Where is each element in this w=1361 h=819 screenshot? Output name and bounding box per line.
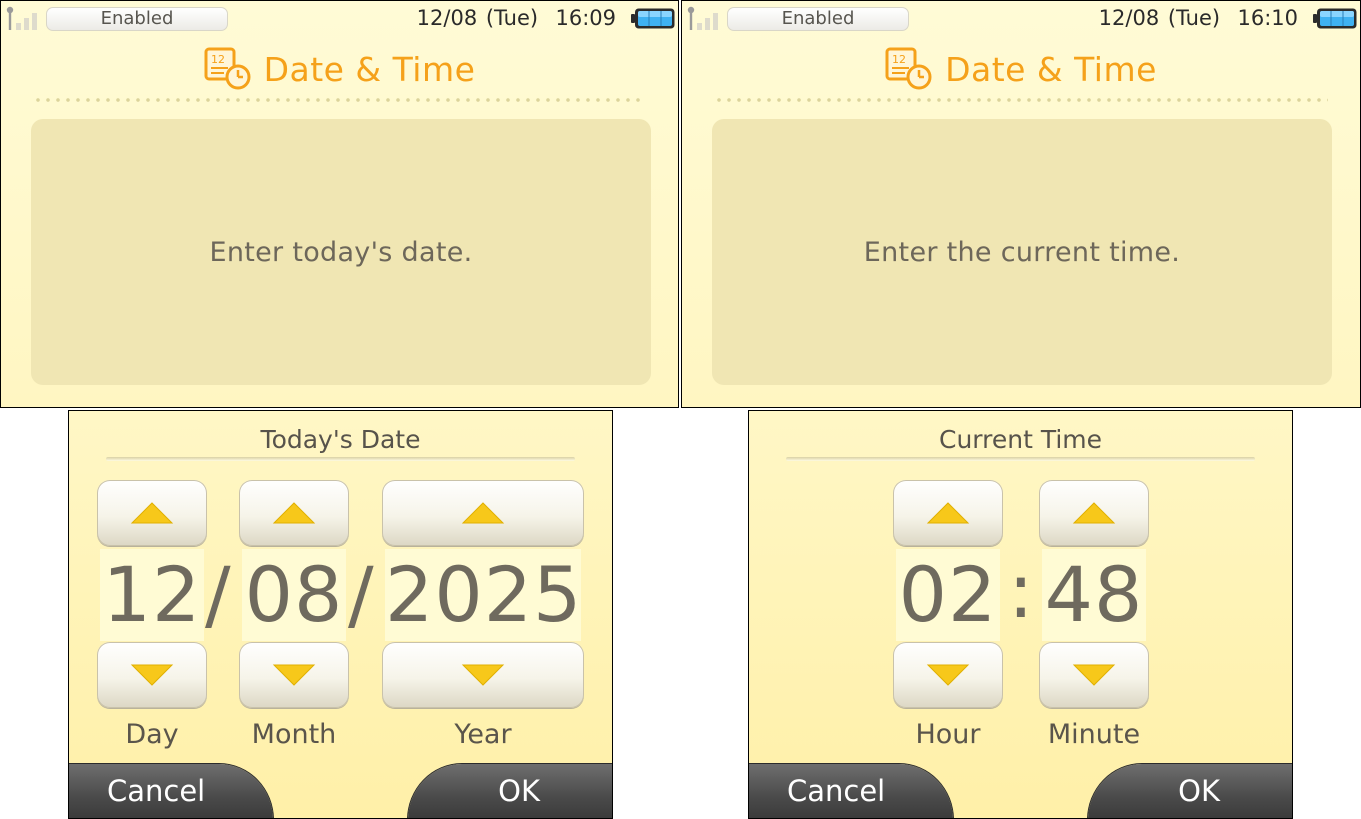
minute-down-button[interactable] <box>1039 642 1149 708</box>
triangle-down-icon <box>461 664 505 686</box>
ok-label: OK <box>498 774 540 808</box>
panel-divider <box>786 457 1255 461</box>
year-label: Year <box>454 719 512 750</box>
triangle-down-icon <box>272 664 316 686</box>
time-entry-panel: Current Time 02 : 48 Hour Minute Cancel … <box>748 410 1293 819</box>
hour-value: 02 <box>896 549 1000 641</box>
signal-strength-icon <box>687 6 718 30</box>
year-up-button[interactable] <box>382 480 584 546</box>
ok-label: OK <box>1178 774 1220 808</box>
panel-title: Today's Date <box>260 425 421 454</box>
ok-button[interactable]: OK <box>1088 764 1292 818</box>
battery-icon <box>631 8 675 29</box>
status-time: 16:10 <box>1237 6 1298 30</box>
calendar-clock-icon: 12 <box>204 47 251 90</box>
day-label: Day <box>125 719 179 750</box>
triangle-up-icon <box>926 502 970 524</box>
page-title: Date & Time <box>945 49 1157 89</box>
minute-value: 48 <box>1042 549 1146 641</box>
dotted-divider <box>33 98 646 102</box>
date-separator: / <box>205 550 231 639</box>
instruction-text: Enter today's date. <box>209 236 473 268</box>
calendar-clock-icon: 12 <box>885 47 932 90</box>
date-entry-panel: Today's Date 12 / 08 / 2025 Day Month Ye… <box>68 410 613 819</box>
minute-up-button[interactable] <box>1039 480 1149 546</box>
triangle-down-icon <box>130 664 174 686</box>
triangle-up-icon <box>1072 502 1116 524</box>
instruction-box: Enter today's date. <box>31 119 651 385</box>
panel-divider <box>106 457 575 461</box>
triangle-down-icon <box>926 664 970 686</box>
status-bar: Enabled 12/08 (Tue) 16:10 <box>682 1 1360 37</box>
date-separator: / <box>348 550 374 639</box>
cancel-label: Cancel <box>787 774 886 808</box>
year-value: 2025 <box>385 549 583 641</box>
day-value: 12 <box>100 549 204 641</box>
day-up-button[interactable] <box>97 480 207 546</box>
panel-title: Current Time <box>938 425 1103 454</box>
signal-strength-icon <box>6 6 37 30</box>
top-screen-time: Enabled 12/08 (Tue) 16:10 12 Date & Time… <box>681 0 1361 408</box>
month-down-button[interactable] <box>239 642 349 708</box>
cancel-button[interactable]: Cancel <box>749 764 953 818</box>
screen-header: 12 Date & Time <box>1 45 678 93</box>
page-title: Date & Time <box>263 49 476 89</box>
instruction-box: Enter the current time. <box>712 119 1332 385</box>
day-down-button[interactable] <box>97 642 207 708</box>
hour-down-button[interactable] <box>893 642 1003 708</box>
ok-button[interactable]: OK <box>408 764 612 818</box>
status-clock: 12/08 (Tue) 16:10 <box>1099 6 1298 30</box>
screen-header: 12 Date & Time <box>682 45 1360 93</box>
minute-label: Minute <box>1047 719 1141 750</box>
month-value: 08 <box>242 549 346 641</box>
cancel-label: Cancel <box>107 774 206 808</box>
triangle-up-icon <box>461 502 505 524</box>
status-clock: 12/08 (Tue) 16:09 <box>417 6 616 30</box>
triangle-up-icon <box>272 502 316 524</box>
wireless-status-badge: Enabled <box>727 7 909 31</box>
hour-up-button[interactable] <box>893 480 1003 546</box>
status-date: 12/08 (Tue) <box>416 6 539 30</box>
hour-label: Hour <box>915 719 981 750</box>
svg-text:12: 12 <box>211 53 225 66</box>
top-screen-date: Enabled 12/08 (Tue) 16:09 12 Date & Time… <box>0 0 679 408</box>
status-date: 12/08 (Tue) <box>1098 6 1221 30</box>
time-separator: : <box>1008 546 1034 635</box>
status-time: 16:09 <box>555 6 616 30</box>
battery-icon <box>1313 8 1357 29</box>
instruction-text: Enter the current time. <box>863 236 1181 268</box>
month-up-button[interactable] <box>239 480 349 546</box>
svg-text:12: 12 <box>892 53 906 66</box>
triangle-down-icon <box>1072 664 1116 686</box>
year-down-button[interactable] <box>382 642 584 708</box>
triangle-up-icon <box>130 502 174 524</box>
dotted-divider <box>714 98 1328 102</box>
status-bar: Enabled 12/08 (Tue) 16:09 <box>1 1 678 37</box>
wireless-status-badge: Enabled <box>46 7 228 31</box>
cancel-button[interactable]: Cancel <box>69 764 273 818</box>
month-label: Month <box>251 719 337 750</box>
